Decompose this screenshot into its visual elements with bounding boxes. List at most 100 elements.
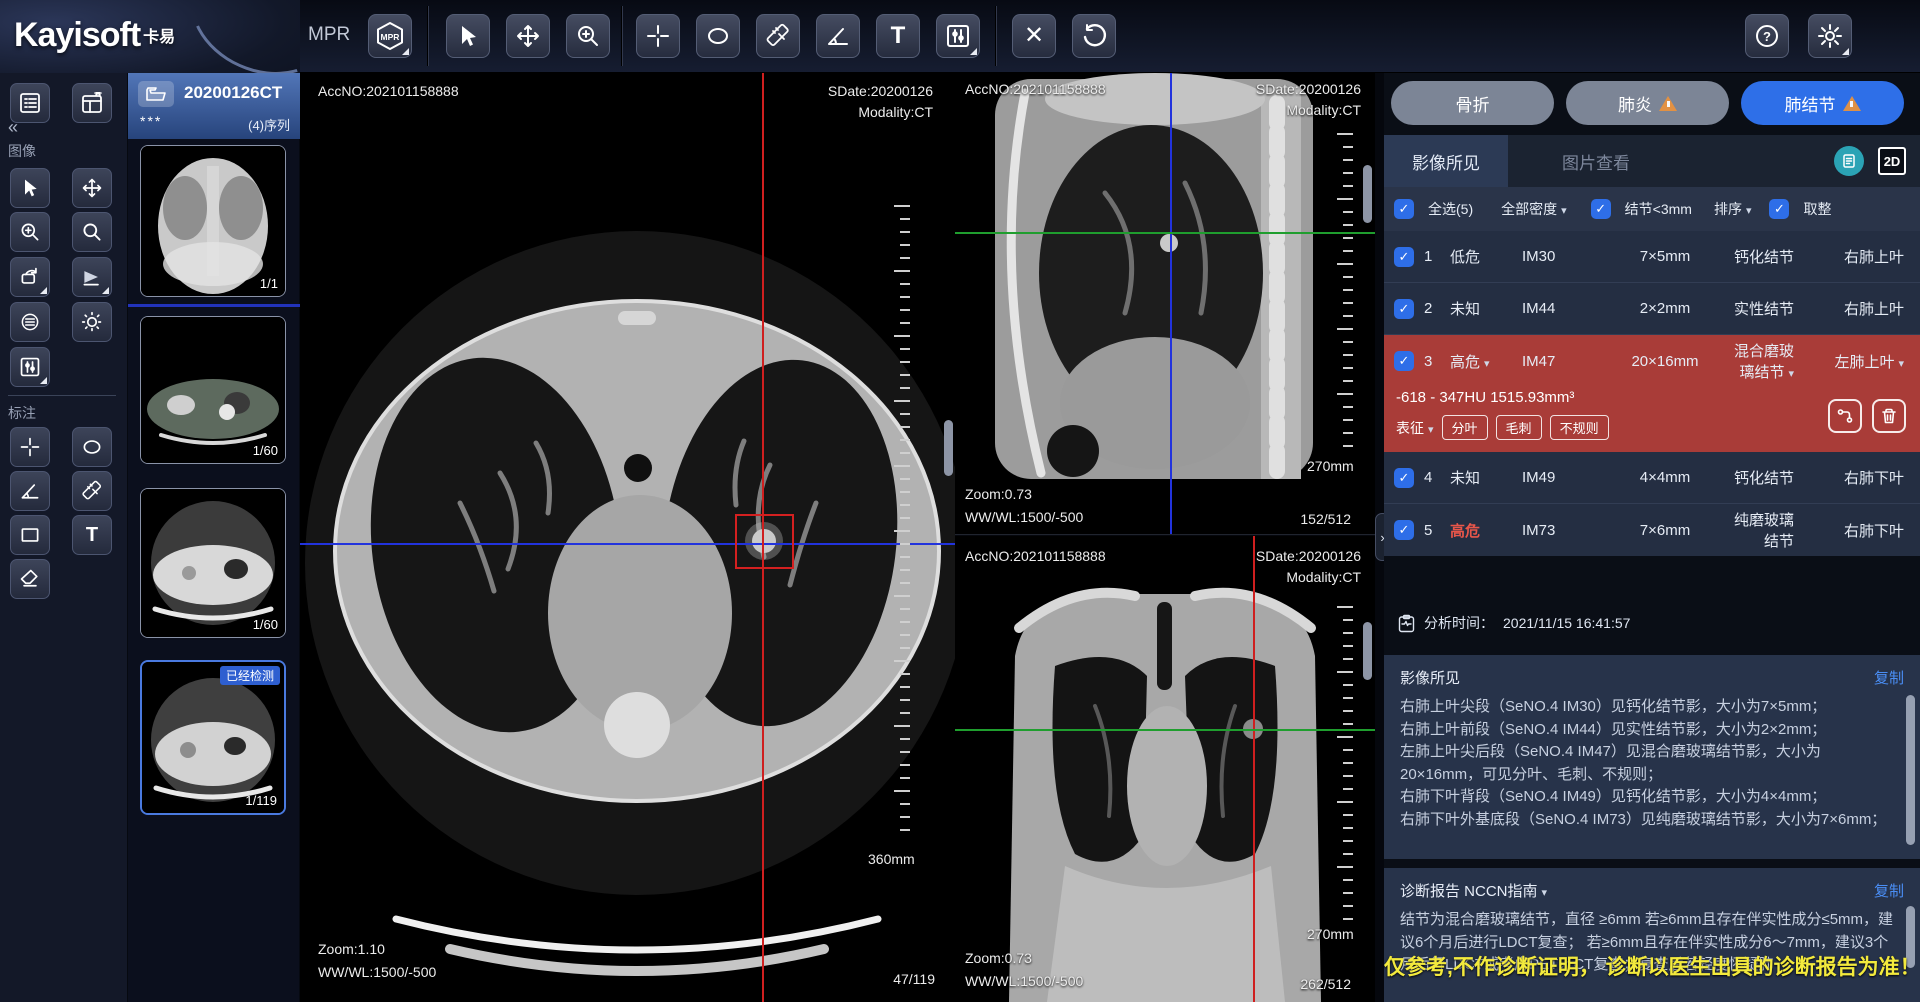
nodule-type-dropdown[interactable]: 混合磨玻璃结节▾ [1734,340,1794,382]
tab-findings[interactable]: 影像所见 [1384,135,1508,187]
axial-viewport[interactable]: AccNO:202101158888 SDate:20200126 Modali… [300,73,955,1002]
nodule-row-4[interactable]: ✓ 4 未知 IM49 4×4mm 钙化结节 右肺下叶 [1384,452,1920,504]
copy-findings-link[interactable]: 复制 [1874,667,1904,688]
rail-angle-button[interactable] [10,471,50,511]
sagittal-crosshair-vertical[interactable] [1170,73,1172,534]
rail-crosshair-button[interactable] [10,427,50,467]
rail-ruler-button[interactable] [72,471,112,511]
coronal-viewport[interactable]: AccNO:202101158888 SDate:20200126 Modali… [955,536,1375,1002]
density-filter[interactable]: 全部密度▾ [1501,199,1567,219]
findings-scrollbar[interactable] [1906,695,1915,845]
tab-fracture[interactable]: 骨折 [1391,81,1554,125]
tab-pneumonia[interactable]: 肺炎 [1566,81,1729,125]
nodule-row-5[interactable]: ✓ 5 高危 IM73 7×6mm 纯磨玻璃结节 右肺下叶 [1384,504,1920,556]
delete-nodule-button[interactable] [1872,399,1906,433]
ruler-tool-button[interactable] [756,14,800,58]
findings-title: 影像所见 [1400,667,1460,688]
axial-scrollbar[interactable] [944,420,953,476]
coronal-scrollbar[interactable] [1363,622,1372,680]
finding-line: 右肺下叶外基底段（SeNO.4 IM73）见纯磨玻璃结节影，大小为7×6mm； [1400,809,1894,832]
warning-icon [1659,96,1677,111]
nodule-row-2[interactable]: ✓ 2 未知 IM44 2×2mm 实性结节 右肺上叶 [1384,283,1920,335]
round-checkbox[interactable]: ✓ [1769,199,1789,219]
select-all-label[interactable]: 全选(5) [1428,199,1473,219]
feature-tag[interactable]: 不规则 [1550,415,1609,440]
tab-lung-nodule[interactable]: 肺结节 [1741,81,1904,125]
rail-magnify-button[interactable] [72,212,112,252]
rail-zoom-in-button[interactable] [10,212,50,252]
sort-filter[interactable]: 排序▾ [1714,199,1752,219]
sagittal-scrollbar[interactable] [1363,165,1372,223]
series-header[interactable]: 20200126CT *** (4)序列 [128,73,300,139]
rail-invert-button[interactable] [10,302,50,342]
cursor-icon [20,178,40,198]
select-all-checkbox[interactable]: ✓ [1394,199,1414,219]
tab-image-view[interactable]: 图片查看 [1534,135,1658,187]
sagittal-crosshair-horizontal[interactable] [955,232,1375,234]
nodule-location-dropdown[interactable]: 左肺上叶▾ [1804,351,1904,372]
feature-tag[interactable]: 分叶 [1442,415,1488,440]
coronal-crosshair-horizontal[interactable] [955,729,1375,731]
patient-stars: *** [140,113,162,129]
coronal-crosshair-vertical[interactable] [1253,536,1255,1002]
text-tool-button[interactable]: T [876,14,920,58]
reset-button[interactable] [1072,14,1116,58]
rail-flip-button[interactable] [72,257,112,297]
folder-icon [146,86,166,102]
rail-brightness-button[interactable] [72,302,112,342]
copy-report-link[interactable]: 复制 [1874,880,1904,901]
report-title[interactable]: 诊断报告 NCCN指南▾ [1400,880,1547,901]
rail-window-level-button[interactable] [10,347,50,387]
toolbar-separator [428,6,429,66]
feature-tag[interactable]: 毛刺 [1496,415,1542,440]
rail-text-button[interactable]: T [72,515,112,555]
pan-icon [515,23,541,49]
mpr-button[interactable]: MPR [368,14,412,58]
sagittal-zoom: Zoom:0.73 [965,486,1032,502]
sagittal-viewport[interactable]: AccNO:202101158888 SDate:20200126 Modali… [955,73,1375,535]
rail-pointer-button[interactable] [10,168,50,208]
thumbnail-ct-detected[interactable]: 已经检测 1/119 [140,660,286,815]
pointer-tool-button[interactable] [446,14,490,58]
help-button[interactable]: ? [1745,14,1789,58]
angle-tool-button[interactable] [816,14,860,58]
compare-icon [1836,407,1854,425]
rail-pan-button[interactable] [72,168,112,208]
row-checkbox[interactable]: ✓ [1394,247,1414,267]
row-checkbox[interactable]: ✓ [1394,299,1414,319]
rail-eraser-button[interactable] [10,559,50,599]
folder-button[interactable] [138,81,174,107]
rail-ellipse-button[interactable] [72,427,112,467]
rail-rectangle-button[interactable] [10,515,50,555]
axial-scale-label: 360mm [868,851,915,867]
thumbnail-ct-soft[interactable]: 1/60 [140,316,286,464]
report-bubble-button[interactable] [1834,146,1864,176]
rail-rotate-button[interactable] [10,257,50,297]
nodule-row-1[interactable]: ✓ 1 低危 IM30 7×5mm 钙化结节 右肺上叶 [1384,231,1920,283]
ellipse-tool-button[interactable] [696,14,740,58]
delete-annotation-button[interactable]: ✕ [1012,14,1056,58]
pan-tool-button[interactable] [506,14,550,58]
settings-button[interactable] [1808,14,1852,58]
2d-toggle-button[interactable]: 2D [1878,147,1906,175]
row-checkbox[interactable]: ✓ [1394,520,1414,540]
thumbnail-ct-lung[interactable]: 1/60 [140,488,286,638]
followup-compare-button[interactable] [1828,399,1862,433]
feature-dropdown[interactable]: 表征▾ [1396,418,1434,438]
small-nodule-checkbox[interactable]: ✓ [1591,199,1611,219]
nodule-roi-box[interactable] [735,514,794,569]
nodule-row-3-selected[interactable]: ✓ 3 高危▾ IM47 20×16mm 混合磨玻璃结节▾ 左肺上叶▾ -618… [1384,335,1920,452]
thumbnail-xray[interactable]: 1/1 [140,145,286,297]
window-level-button[interactable] [936,14,980,58]
row-checkbox[interactable]: ✓ [1394,468,1414,488]
row-checkbox[interactable]: ✓ [1394,351,1414,371]
zoom-tool-button[interactable] [566,14,610,58]
small-nodule-label[interactable]: 结节<3mm [1625,199,1692,219]
nodule-type: 钙化结节 [1734,246,1794,267]
axial-crosshair-horizontal[interactable] [300,543,955,545]
crosshair-tool-button[interactable] [636,14,680,58]
collapse-rail-button[interactable]: « [8,117,18,138]
round-label[interactable]: 取整 [1803,199,1831,219]
close-series-button[interactable] [72,83,112,123]
risk-level-dropdown[interactable]: 高危▾ [1450,351,1512,372]
